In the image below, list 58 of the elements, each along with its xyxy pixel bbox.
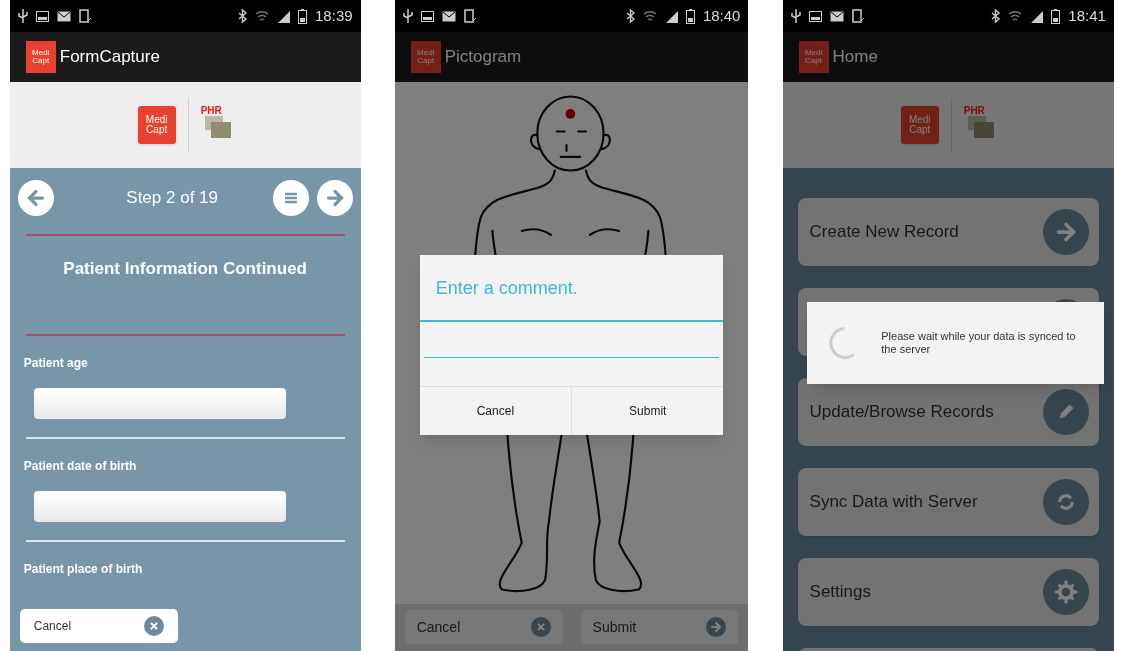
- cancel-button[interactable]: Cancel: [19, 609, 178, 643]
- dialog-title: Enter a comment.: [434, 277, 579, 300]
- wifi-icon: [255, 9, 270, 23]
- phone-icon: [463, 9, 477, 23]
- battery-icon: [685, 8, 695, 24]
- bottom-button[interactable]: Submit: [580, 610, 739, 644]
- app-logo: Medi Capt: [137, 106, 176, 144]
- app-logo: Medi Capt: [25, 41, 56, 73]
- text-field[interactable]: [33, 490, 286, 522]
- signal-icon: [277, 9, 291, 23]
- step-indicator: Step 2 of 19: [125, 187, 219, 210]
- battery-icon: [1051, 8, 1061, 24]
- status-time: 18:41: [1068, 5, 1106, 26]
- image-icon: [808, 10, 822, 22]
- status-time: 18:40: [702, 5, 741, 26]
- usb-icon: [402, 9, 413, 23]
- bluetooth-icon: [991, 9, 1001, 23]
- partner-logo: PHR: [200, 105, 233, 145]
- signal-icon: [1030, 9, 1044, 23]
- back-button[interactable]: [17, 180, 54, 216]
- app-title: Home: [832, 46, 878, 69]
- app-title: FormCapture: [59, 46, 160, 69]
- status-time: 18:39: [315, 5, 353, 26]
- menu-button[interactable]: Create New Record: [797, 198, 1099, 266]
- app-title: Pictogram: [444, 46, 522, 69]
- field-label: Patient date of birth: [23, 457, 138, 475]
- dialog-button[interactable]: Submit: [571, 387, 724, 435]
- menu-button[interactable]: Settings: [797, 558, 1099, 626]
- menu-button[interactable]: Sync Data with Server: [797, 468, 1099, 536]
- wifi-icon: [1008, 9, 1023, 23]
- bluetooth-icon: [625, 9, 635, 23]
- wifi-icon: [642, 9, 657, 23]
- list-button[interactable]: [272, 180, 309, 216]
- app-logo: Medi Capt: [798, 41, 829, 73]
- battery-icon: [298, 8, 308, 24]
- mail-icon: [441, 10, 456, 22]
- bluetooth-icon: [238, 9, 248, 23]
- usb-icon: [790, 9, 801, 23]
- section-title: Patient Information Continued: [62, 258, 308, 280]
- menu-button[interactable]: Update/Browse Records: [797, 378, 1099, 446]
- signal-icon: [664, 9, 678, 23]
- app-logo: Medi Capt: [900, 106, 939, 144]
- image-icon: [35, 10, 49, 22]
- phone-icon: [851, 9, 865, 23]
- partner-logo: PHR: [963, 105, 996, 145]
- app-logo: Medi Capt: [410, 41, 441, 73]
- field-label: Patient place of birth: [23, 560, 144, 578]
- image-icon: [420, 10, 434, 22]
- progress-message: Please wait while your data is synced to the server: [881, 330, 1077, 356]
- next-button[interactable]: [316, 180, 353, 216]
- mail-icon: [56, 10, 71, 22]
- dialog-button[interactable]: Cancel: [419, 387, 572, 435]
- text-field[interactable]: [33, 387, 286, 419]
- bottom-button[interactable]: Cancel: [404, 610, 563, 644]
- field-label: Patient age: [23, 354, 89, 372]
- usb-icon: [17, 9, 28, 23]
- phone-icon: [78, 9, 92, 23]
- mail-icon: [829, 10, 844, 22]
